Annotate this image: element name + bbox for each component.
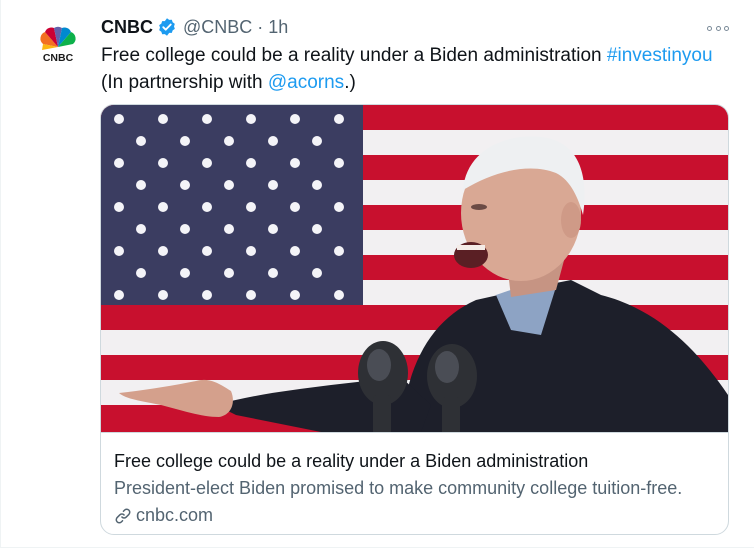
verified-badge-icon — [157, 17, 177, 37]
tweet[interactable]: CNBC CNBC @CNBC · 1h Free college could … — [0, 0, 754, 548]
card-domain-text[interactable]: cnbc.com — [136, 505, 213, 526]
tweet-text-part: .) — [344, 72, 356, 93]
card-image[interactable] — [101, 105, 728, 432]
hashtag-link[interactable]: #investinyou — [607, 45, 713, 66]
card-description: President-elect Biden promised to make c… — [114, 478, 683, 498]
tweet-text: Free college could be a reality under a … — [101, 42, 731, 96]
link-preview-card[interactable]: Free college could be a reality under a … — [100, 104, 729, 535]
tweet-header: CNBC @CNBC · 1h — [101, 15, 288, 39]
more-options-icon[interactable] — [707, 22, 729, 34]
tweet-text-part: (In partnership with — [101, 72, 268, 93]
author-handle[interactable]: @CNBC — [183, 17, 252, 38]
card-title[interactable]: Free college could be a reality under a … — [114, 451, 588, 472]
author-name[interactable]: CNBC — [101, 17, 153, 38]
card-body[interactable]: Free college could be a reality under a … — [101, 432, 728, 534]
flag-speaker-photo-icon — [101, 105, 728, 432]
card-domain[interactable]: cnbc.com — [114, 505, 213, 526]
link-icon — [114, 507, 132, 525]
mention-link[interactable]: @acorns — [268, 72, 344, 93]
tweet-text-part: Free college could be a reality under a … — [101, 45, 607, 66]
cnbc-avatar[interactable]: CNBC — [28, 17, 88, 77]
cnbc-logo-text: CNBC — [43, 52, 74, 64]
tweet-timestamp[interactable]: 1h — [268, 17, 288, 38]
separator-dot: · — [257, 16, 264, 37]
cnbc-peacock-logo-icon: CNBC — [40, 26, 76, 64]
